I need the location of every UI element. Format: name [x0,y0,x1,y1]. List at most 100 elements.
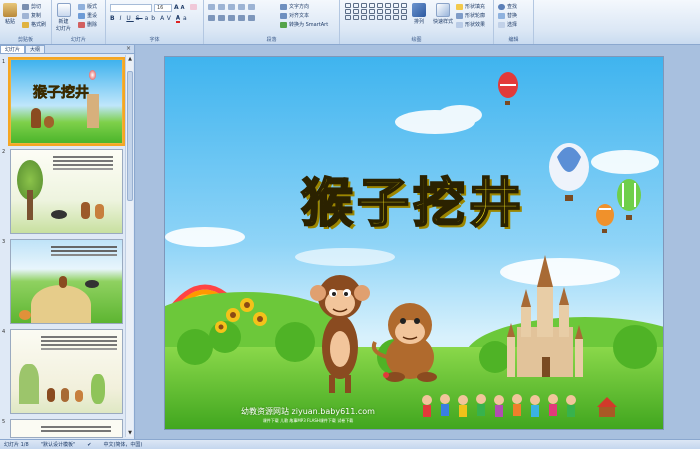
editing-group: 查找 替换 选择 编辑 [494,0,534,44]
align-buttons[interactable] [208,15,255,21]
delete-icon [78,21,85,28]
convert-smartart-label: 转换为 SmartArt [289,22,329,28]
scroll-up-icon[interactable]: ▲ [126,55,134,63]
grow-font-button[interactable]: AA [174,4,185,11]
select-label: 选择 [507,22,518,28]
align-left-icon [208,15,215,21]
paste-button[interactable]: 粘贴 [3,3,17,25]
status-bar: 幻灯片 1/8 "默认设计模板" ✔ 中文(简体，中国) [0,439,700,449]
shapes-gallery[interactable] [345,3,408,20]
fill-icon [456,3,463,10]
text-direction-button[interactable]: 文字方向 [280,3,309,10]
thumbnail-image: 猴子挖井 [8,57,125,146]
reset-icon [78,12,85,19]
arrange-icon [412,3,426,17]
shape-effects-button[interactable]: 形状效果 [456,21,485,28]
thumbnail-scrollbar[interactable]: ▲ ▼ [125,55,133,437]
justify-icon [238,15,245,21]
paste-icon [3,3,17,17]
slide-editing-area: 猴子挖井 幼教资源网站 ziyuan.baby611.com 课件下载 儿歌 故… [136,45,700,439]
find-button[interactable]: 查找 [498,3,517,10]
copy-label: 复制 [31,13,42,19]
shape-outline-label: 形状轮廓 [465,13,486,19]
slide-thumbnail-5[interactable]: 5 [0,419,135,438]
align-text-button[interactable]: 对齐文本 [280,12,309,19]
drawing-group: 排列 快速样式 形状填充 形状轮廓 形状效果 绘图 [340,0,494,44]
theme-name: "默认设计模板" [40,442,76,448]
select-button[interactable]: 选择 [498,21,517,28]
delete-slide-button[interactable]: 删除 [78,21,97,28]
layout-icon [78,3,85,10]
scrollbar-thumb[interactable] [127,71,133,201]
convert-smartart-button[interactable]: 转换为 SmartArt [280,21,328,28]
search-icon [498,3,505,10]
thumbnail-image [10,149,123,234]
shape-fill-button[interactable]: 形状填充 [456,3,485,10]
increase-indent-icon [238,4,245,10]
clipboard-group-label: 剪贴板 [17,37,33,43]
reset-label: 重设 [87,13,98,19]
eraser-icon [190,4,197,10]
copy-button[interactable]: 复制 [22,12,41,19]
slides-group-label: 幻灯片 [70,37,86,43]
effects-icon [456,21,463,28]
slides-group: 新建 幻灯片 版式 重设 删除 幻灯片 [52,0,106,44]
columns-icon [248,15,255,21]
new-slide-label: 新建 幻灯片 [56,19,72,32]
reset-button[interactable]: 重设 [78,12,97,19]
quick-styles-button[interactable]: 快速样式 [433,3,453,25]
font-group: 16 AA B I U Sab AV Aa A 字体 [106,0,204,44]
align-center-icon [218,15,225,21]
text-direction-label: 文字方向 [289,4,310,10]
layout-button[interactable]: 版式 [78,3,97,10]
tab-outline[interactable]: 大纲 [25,45,46,53]
children-row [422,394,576,417]
ribbon: 粘贴 剪切 复制 格式刷 剪贴板 新建 幻灯片 版式 重设 删除 幻灯片 16 … [0,0,700,45]
thumbnail-number: 3 [2,239,6,245]
new-slide-icon [56,3,71,17]
smartart-icon [280,21,287,28]
spelling-check-icon[interactable]: ✔ [87,442,91,448]
layout-label: 版式 [87,4,98,10]
copy-icon [22,12,29,19]
select-icon [498,21,505,28]
font-name-combo[interactable] [110,4,152,12]
brush-icon [22,21,29,28]
thumbnail-image [10,329,123,414]
tab-slides[interactable]: 幻灯片 [0,45,26,53]
font-color-button[interactable]: A [176,15,180,23]
align-right-icon [228,15,235,21]
replace-button[interactable]: 替换 [498,12,517,19]
delete-label: 删除 [87,22,98,28]
cut-button[interactable]: 剪切 [22,3,41,10]
clear-format-button[interactable] [190,4,197,10]
replace-icon [498,12,505,19]
align-text-label: 对齐文本 [289,13,310,19]
font-size-combo[interactable]: 16 [154,4,172,12]
shape-outline-button[interactable]: 形状轮廓 [456,12,485,19]
thumbnail-image [10,239,123,324]
line-spacing-icon [248,4,255,10]
thumbnail-number: 4 [2,329,6,335]
slide-counter: 幻灯片 1/8 [4,442,29,448]
scissors-icon [22,3,29,10]
slide-artwork [165,57,663,429]
paragraph-group-label: 段落 [266,37,277,43]
slides-panel: 幻灯片 大纲 × 1 猴子挖井 2 3 4 5 ▲ ▼ [0,45,135,439]
panel-tabs: 幻灯片 大纲 × [0,45,134,54]
arrange-button[interactable]: 排列 [412,3,426,25]
slide-title[interactable]: 猴子挖井 [273,161,553,236]
language-indicator[interactable]: 中文(简体，中国) [103,441,142,448]
editing-group-label: 编辑 [508,37,519,43]
align-text-icon [280,12,287,19]
list-buttons[interactable] [208,4,255,10]
new-slide-button[interactable]: 新建 幻灯片 [56,3,71,32]
thumbnail-title: 猴子挖井 [33,85,90,102]
format-painter-button[interactable]: 格式刷 [22,21,46,28]
scroll-down-icon[interactable]: ▼ [126,429,134,437]
quick-styles-label: 快速样式 [433,19,454,25]
paste-label: 粘贴 [4,19,15,25]
current-slide[interactable]: 猴子挖井 幼教资源网站 ziyuan.baby611.com 课件下载 儿歌 故… [164,56,664,430]
thumbnail-number: 2 [2,149,6,155]
close-panel-icon[interactable]: × [126,45,131,53]
